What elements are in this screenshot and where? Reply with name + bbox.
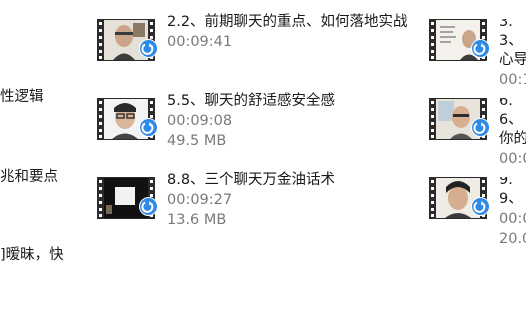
video-file-item[interactable]: 6.6、你的 00:0 (429, 98, 526, 168)
file-size: 49.5 MB (167, 133, 227, 149)
media-player-badge-icon (139, 197, 158, 216)
file-duration: 00:0 (499, 211, 526, 227)
video-file-item[interactable]: 3.3、心导 00:1 (429, 19, 526, 89)
video-file-item[interactable]: 5.5、聊天的舒适感安全感 00:09:08 49.5 MB (97, 93, 437, 168)
file-duration: 00:09:41 (167, 34, 233, 50)
file-name: 8.8、三个聊天万金油话术 (167, 172, 336, 188)
file-name: 2.2、前期聊天的重点、如何落地实战 (167, 14, 408, 30)
video-file-item[interactable]: 2.2、前期聊天的重点、如何落地实战 00:09:41 (97, 14, 437, 89)
file-size: 13.6 MB (167, 212, 227, 228)
media-player-badge-icon (139, 118, 158, 137)
file-duration: 00:0 (499, 151, 526, 167)
video-file-item[interactable]: 8.8、三个聊天万金油话术 00:09:27 13.6 MB (97, 172, 437, 247)
file-name: 5.5、聊天的舒适感安全感 (167, 93, 336, 109)
media-player-badge-icon (471, 39, 490, 58)
media-player-badge-icon (471, 118, 490, 137)
media-player-badge-icon (471, 197, 490, 216)
video-file-item[interactable]: 9.9、 00:0 20.0 (429, 177, 526, 247)
media-player-badge-icon (139, 39, 158, 58)
file-size: 20.0 (499, 231, 526, 247)
left-file-name-fragment[interactable]: ]暧昧，快 (0, 245, 64, 265)
left-file-name-fragment[interactable]: 兆和要点 (0, 167, 58, 187)
file-name: 9.9、 (499, 177, 523, 207)
left-file-name-fragment[interactable]: 性逻辑 (0, 87, 44, 107)
file-name: 6.6、你的 (499, 98, 526, 147)
file-duration: 00:09:08 (167, 113, 233, 129)
file-duration: 00:09:27 (167, 192, 233, 208)
file-name: 3.3、心导 (499, 19, 526, 68)
file-duration: 00:1 (499, 72, 526, 88)
file-explorer-content-pane: 性逻辑 兆和要点 ]暧昧，快 2.2、前期聊天的重点、如何落地实战 00:09:… (0, 0, 526, 326)
